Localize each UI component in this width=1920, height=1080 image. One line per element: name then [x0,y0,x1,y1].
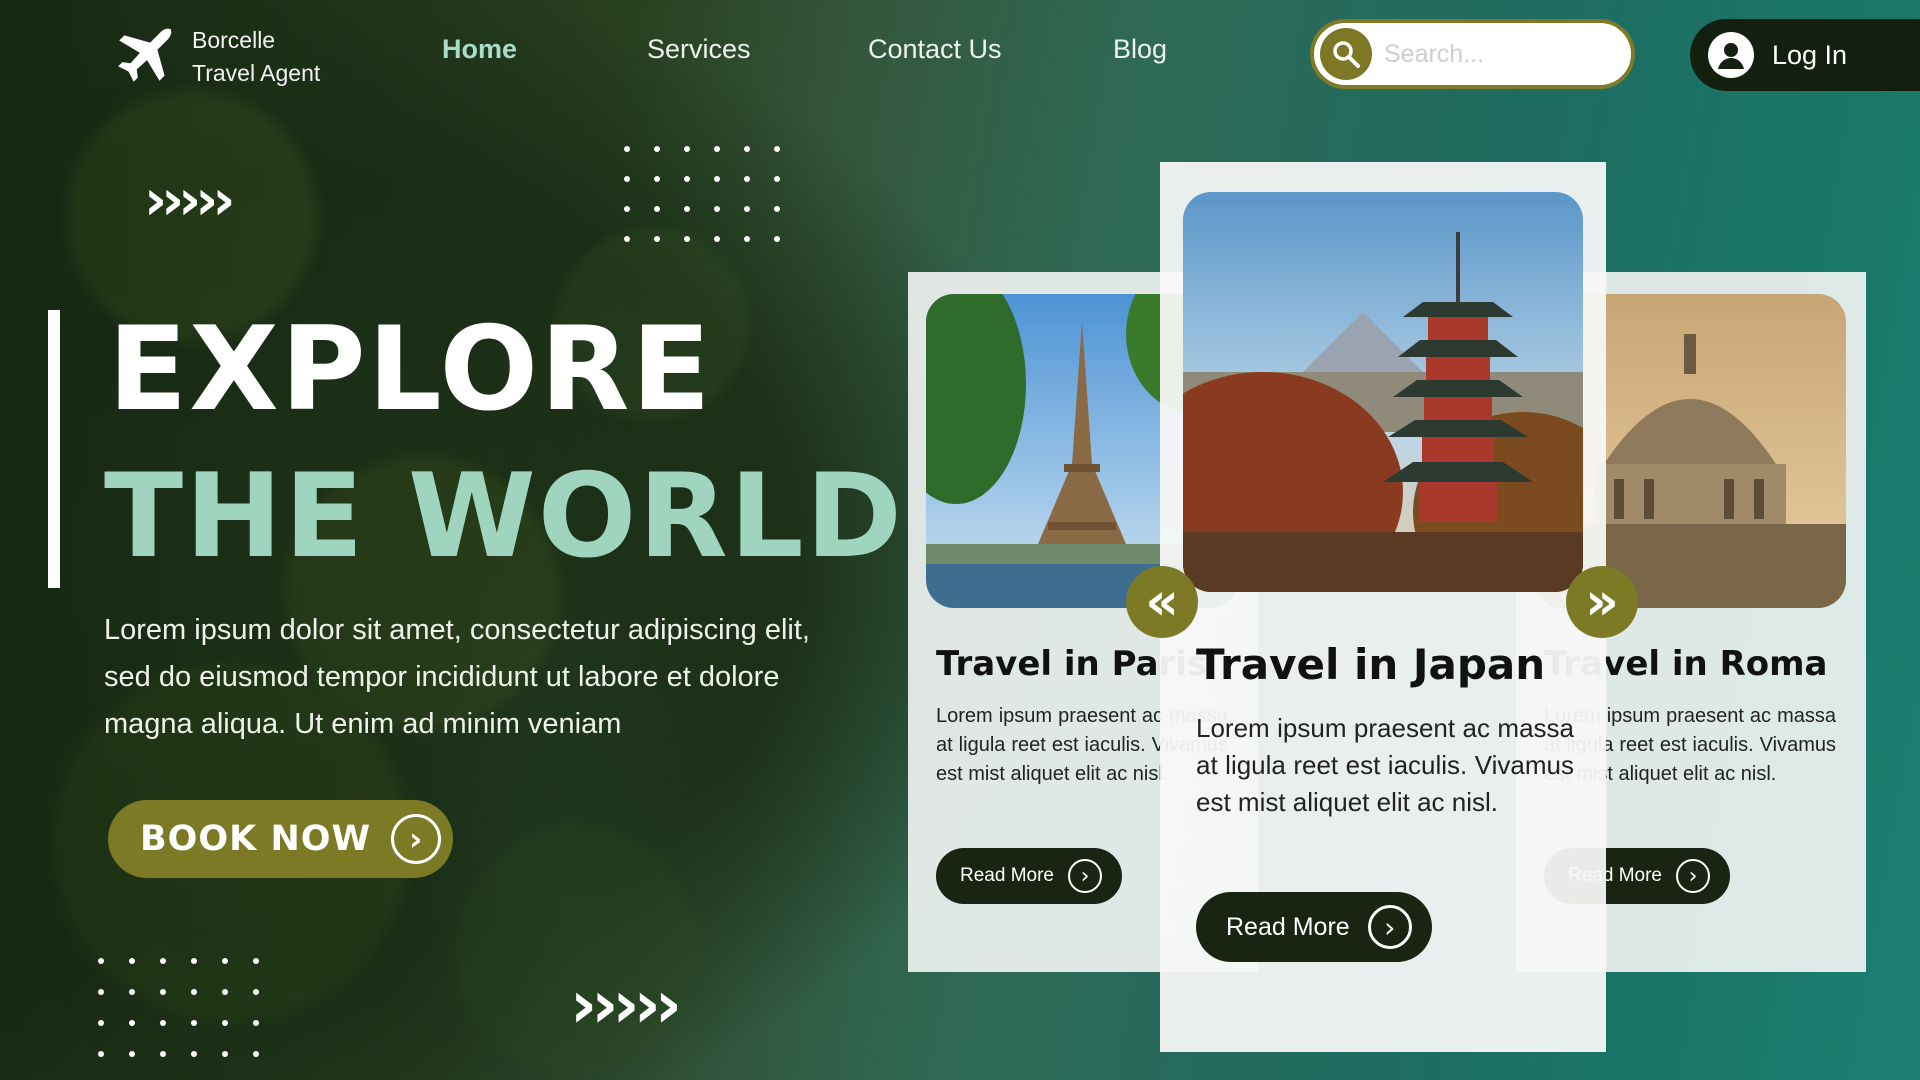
dot [129,1020,135,1026]
dot [253,1051,259,1057]
dot [744,146,750,152]
nav-home[interactable]: Home [442,34,517,65]
dot [744,236,750,242]
arrow-right-circle-icon: › [1676,859,1710,893]
arrow-right-circle-icon: › [1367,905,1412,949]
dot [191,989,197,995]
dot [160,958,166,964]
dot [714,206,720,212]
dot [684,176,690,182]
read-more-label: Read More [960,865,1054,886]
user-icon [1708,32,1754,78]
dot [684,146,690,152]
dot [714,176,720,182]
dot [129,989,135,995]
dot [774,176,780,182]
dot [253,989,259,995]
dot [253,958,259,964]
search-box[interactable] [1310,19,1635,89]
dot [129,1051,135,1057]
carousel-prev-button[interactable]: « [1126,566,1198,638]
dot [744,176,750,182]
dot [98,1051,104,1057]
dot [654,146,660,152]
dot [160,989,166,995]
dot [129,958,135,964]
double-chevron-right-icon: » [1585,572,1619,632]
dot [654,176,660,182]
dot [684,236,690,242]
brand-logo[interactable]: Borcelle Travel Agent [112,24,320,90]
dot [191,1020,197,1026]
dot-grid-decoration-bottom [98,958,268,1058]
dot [774,146,780,152]
brand-name: Borcelle Travel Agent [192,24,320,90]
hero-accent-bar [48,310,60,588]
dot [684,206,690,212]
dot [654,206,660,212]
dot [191,1051,197,1057]
carousel-next-button[interactable]: » [1566,566,1638,638]
airplane-icon [118,28,172,82]
dot [222,989,228,995]
login-label: Log In [1772,39,1848,70]
dot [624,146,630,152]
brand-line-1: Borcelle [192,27,276,53]
dot [714,236,720,242]
dot [714,146,720,152]
search-input[interactable] [1384,39,1614,69]
card-text: Lorem ipsum praesent ac massa at ligula … [1196,713,1574,817]
arrow-right-circle-icon: › [1068,859,1102,893]
dot [98,1020,104,1026]
dot-grid-decoration-top [624,146,784,246]
arrow-right-circle-icon: › [391,814,442,864]
read-more-button[interactable]: Read More › [1196,892,1432,962]
nav-contact[interactable]: Contact Us [868,34,1002,65]
dot [222,1020,228,1026]
read-more-label: Read More [1226,912,1350,941]
dot [624,176,630,182]
double-chevron-left-icon: « [1145,572,1179,632]
dot [160,1051,166,1057]
card-japan[interactable]: Travel in Japan Lorem ipsum praesent ac … [1160,162,1606,1052]
chevrons-decoration-bottom: ››››› [570,966,682,1043]
dot [98,989,104,995]
chevrons-decoration-top: ››››› [144,168,235,233]
dot [160,1020,166,1026]
dot [191,958,197,964]
nav-services[interactable]: Services [647,34,751,65]
japan-photo [1183,192,1583,592]
nav-blog[interactable]: Blog [1113,34,1167,65]
hero-title-line-1: EXPLORE [108,302,713,437]
dot [624,206,630,212]
dot [222,958,228,964]
search-icon[interactable] [1320,28,1372,80]
card-title: Travel in Japan [1196,640,1546,689]
dot [98,958,104,964]
hero-description: Lorem ipsum dolor sit amet, consectetur … [104,614,810,740]
dot [744,206,750,212]
dot [253,1020,259,1026]
dot [774,236,780,242]
login-button[interactable]: Log In [1690,19,1920,91]
dot [222,1051,228,1057]
brand-line-2: Travel Agent [192,60,321,86]
book-now-button[interactable]: BOOK NOW › [108,800,453,878]
hero-title-line-2: THE WORLD [104,449,904,584]
dot [774,206,780,212]
book-now-label: BOOK NOW [140,819,372,859]
dot [654,236,660,242]
dot [624,236,630,242]
read-more-button[interactable]: Read More › [936,848,1122,904]
